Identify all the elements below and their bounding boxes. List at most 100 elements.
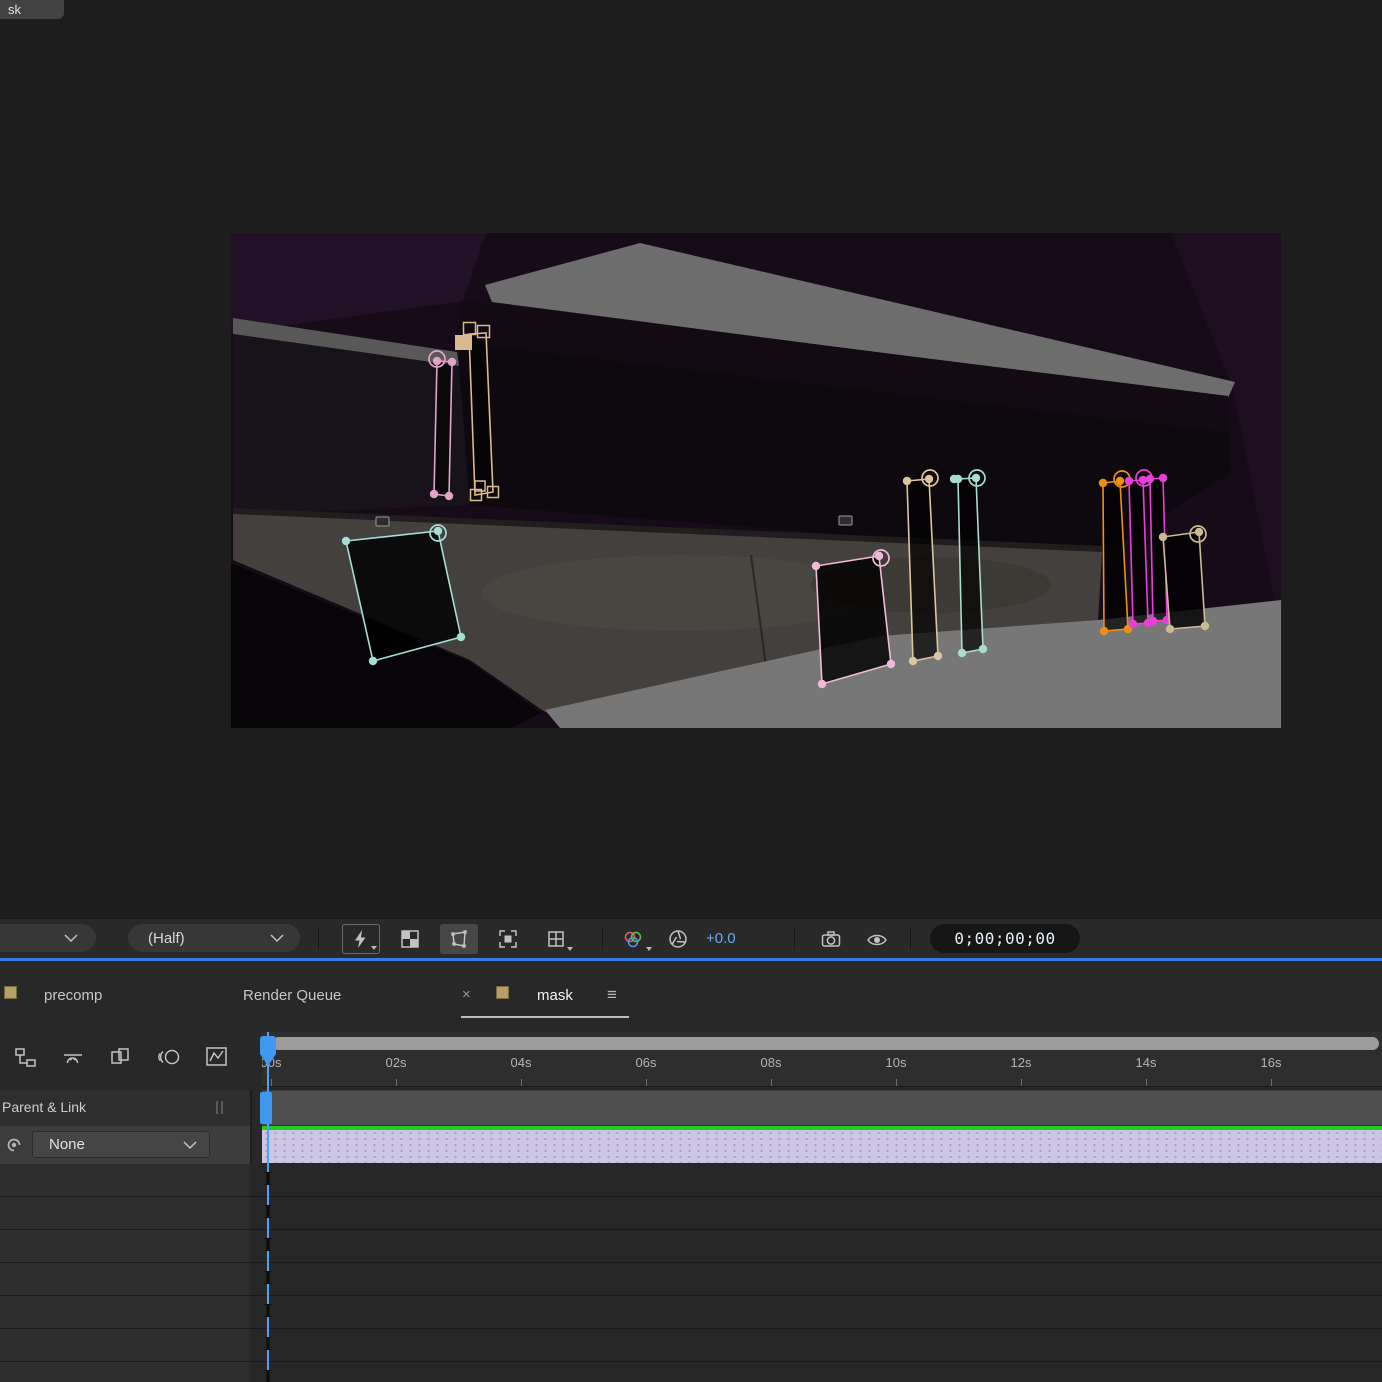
- show-channel-button[interactable]: [614, 924, 652, 954]
- region-of-interest-button[interactable]: [489, 924, 527, 954]
- take-snapshot-button[interactable]: [812, 924, 850, 954]
- mask-path-icon: [448, 928, 470, 950]
- ruler-tick-label: 02s: [386, 1055, 407, 1070]
- work-area-bar[interactable]: [262, 1090, 1382, 1126]
- timecode-field[interactable]: 0;00;00;00: [930, 924, 1080, 953]
- shy-layers-button[interactable]: [56, 1042, 90, 1072]
- active-tab-underline: [461, 1016, 629, 1018]
- column-resize-grip[interactable]: [216, 1101, 218, 1114]
- parent-link-dropdown[interactable]: None: [32, 1131, 210, 1158]
- cti-ibeam-marker: I: [260, 1269, 276, 1289]
- ruler-tick-mark: [896, 1079, 897, 1086]
- composition-icon: [496, 986, 509, 999]
- camera-icon: [820, 928, 842, 950]
- fast-previews-button[interactable]: [342, 924, 380, 954]
- ruler-tick-label: 06s: [636, 1055, 657, 1070]
- time-ruler[interactable]: 00s02s04s06s08s10s12s14s16s: [262, 1032, 1382, 1087]
- tab-render-queue[interactable]: Render Queue: [243, 987, 341, 1004]
- cti-ibeam-marker: I: [260, 1335, 276, 1355]
- timeline-empty-rows: IIIIIII: [0, 1164, 1382, 1382]
- ruler-tick-mark: [521, 1079, 522, 1086]
- chevron-down-icon: [646, 947, 652, 951]
- ruler-tick-mark: [271, 1079, 272, 1086]
- timeline-empty-row-controls: [0, 1362, 250, 1382]
- close-tab-icon[interactable]: ×: [462, 986, 471, 1003]
- ruler-tick-mark: [771, 1079, 772, 1086]
- region-of-interest-icon: [497, 928, 519, 950]
- show-last-snapshot-button[interactable]: [858, 924, 896, 954]
- ruler-tick-label: 04s: [511, 1055, 532, 1070]
- chevron-down-icon: [270, 934, 284, 943]
- ruler-tick-mark: [1021, 1079, 1022, 1086]
- cti-ibeam-marker: I: [260, 1170, 276, 1190]
- timeline-empty-row[interactable]: I: [0, 1362, 1382, 1382]
- motion-blur-icon: [157, 1045, 181, 1069]
- toolbar-separator: [602, 928, 603, 950]
- aperture-icon: [667, 928, 689, 950]
- chevron-down-icon: [64, 934, 78, 943]
- wall-sign-right: [839, 516, 852, 525]
- ruler-tick-label: 12s: [1011, 1055, 1032, 1070]
- fast-previews-icon: [350, 928, 372, 950]
- toolbar-separator: [318, 928, 319, 950]
- tab-mask-active[interactable]: mask: [537, 987, 573, 1004]
- cti-ibeam-marker: I: [260, 1203, 276, 1223]
- timeline-empty-row-controls: [0, 1197, 250, 1229]
- timeline-empty-row[interactable]: I: [0, 1296, 1382, 1329]
- magnification-dropdown[interactable]: [0, 924, 96, 952]
- composition-icon: [4, 986, 17, 999]
- chevron-down-icon: [567, 947, 573, 951]
- pick-whip-icon[interactable]: [3, 1134, 25, 1156]
- transparency-grid-icon: [399, 928, 421, 950]
- shy-layers-icon: [61, 1045, 85, 1069]
- composition-image: [231, 233, 1281, 728]
- frame-blending-button[interactable]: [104, 1042, 138, 1072]
- adjust-exposure-button[interactable]: [662, 924, 694, 954]
- after-effects-window: sk: [0, 0, 1382, 1382]
- ruler-tick-mark: [396, 1079, 397, 1086]
- timeline-empty-row[interactable]: I: [0, 1164, 1382, 1197]
- timeline-navigator-bar[interactable]: [272, 1037, 1379, 1050]
- timeline-empty-row[interactable]: I: [0, 1197, 1382, 1230]
- tab-precomp[interactable]: precomp: [44, 987, 102, 1004]
- work-area-start-handle[interactable]: [260, 1092, 272, 1124]
- ruler-tick-mark: [1146, 1079, 1147, 1086]
- ruler-tick-label: 16s: [1261, 1055, 1282, 1070]
- timeline-empty-row[interactable]: I: [0, 1329, 1382, 1362]
- cti-ibeam-marker: I: [260, 1302, 276, 1322]
- ruler-tick-mark: [1271, 1079, 1272, 1086]
- timeline-empty-row-controls: [0, 1164, 250, 1196]
- composition-mini-flowchart-button[interactable]: [8, 1042, 42, 1072]
- viewer-tab-fragment[interactable]: sk: [0, 0, 64, 19]
- ruler-tick-mark: [646, 1079, 647, 1086]
- timeline-empty-row[interactable]: I: [0, 1230, 1382, 1263]
- graph-editor-button[interactable]: [200, 1042, 234, 1072]
- wall-sign-left: [376, 517, 389, 526]
- mini-flowchart-icon: [13, 1045, 37, 1069]
- timeline-tab-bar: precomp Render Queue × mask ≡: [0, 961, 1382, 1017]
- motion-blur-button[interactable]: [152, 1042, 186, 1072]
- timeline-empty-row[interactable]: I: [0, 1263, 1382, 1296]
- parent-link-column-header: Parent & Link: [2, 1099, 86, 1115]
- frame-blending-icon: [109, 1045, 133, 1069]
- resolution-dropdown[interactable]: (Half): [128, 924, 300, 952]
- panel-menu-icon[interactable]: ≡: [607, 985, 617, 1005]
- timecode-value: 0;00;00;00: [954, 929, 1055, 948]
- timeline-empty-row-controls: [0, 1230, 250, 1262]
- layer-duration-bar[interactable]: [262, 1130, 1382, 1163]
- exposure-value[interactable]: +0.0: [706, 930, 736, 947]
- column-resize-grip[interactable]: [221, 1101, 223, 1114]
- toolbar-separator: [910, 928, 911, 950]
- grid-and-guide-options-button[interactable]: [537, 924, 575, 954]
- cti-ibeam-marker: I: [260, 1368, 276, 1382]
- viewer-tab-label: sk: [8, 2, 21, 17]
- layer-row-controls: None: [0, 1126, 250, 1164]
- timeline-empty-row-controls: [0, 1263, 250, 1295]
- composition-frame: [231, 233, 1281, 728]
- transparency-grid-button[interactable]: [391, 924, 429, 954]
- toggle-mask-path-visibility-button[interactable]: [440, 924, 478, 954]
- ruler-tick-label: 08s: [761, 1055, 782, 1070]
- resolution-value: (Half): [128, 930, 185, 947]
- chevron-down-icon: [371, 946, 377, 950]
- timeline-empty-row-controls: [0, 1329, 250, 1361]
